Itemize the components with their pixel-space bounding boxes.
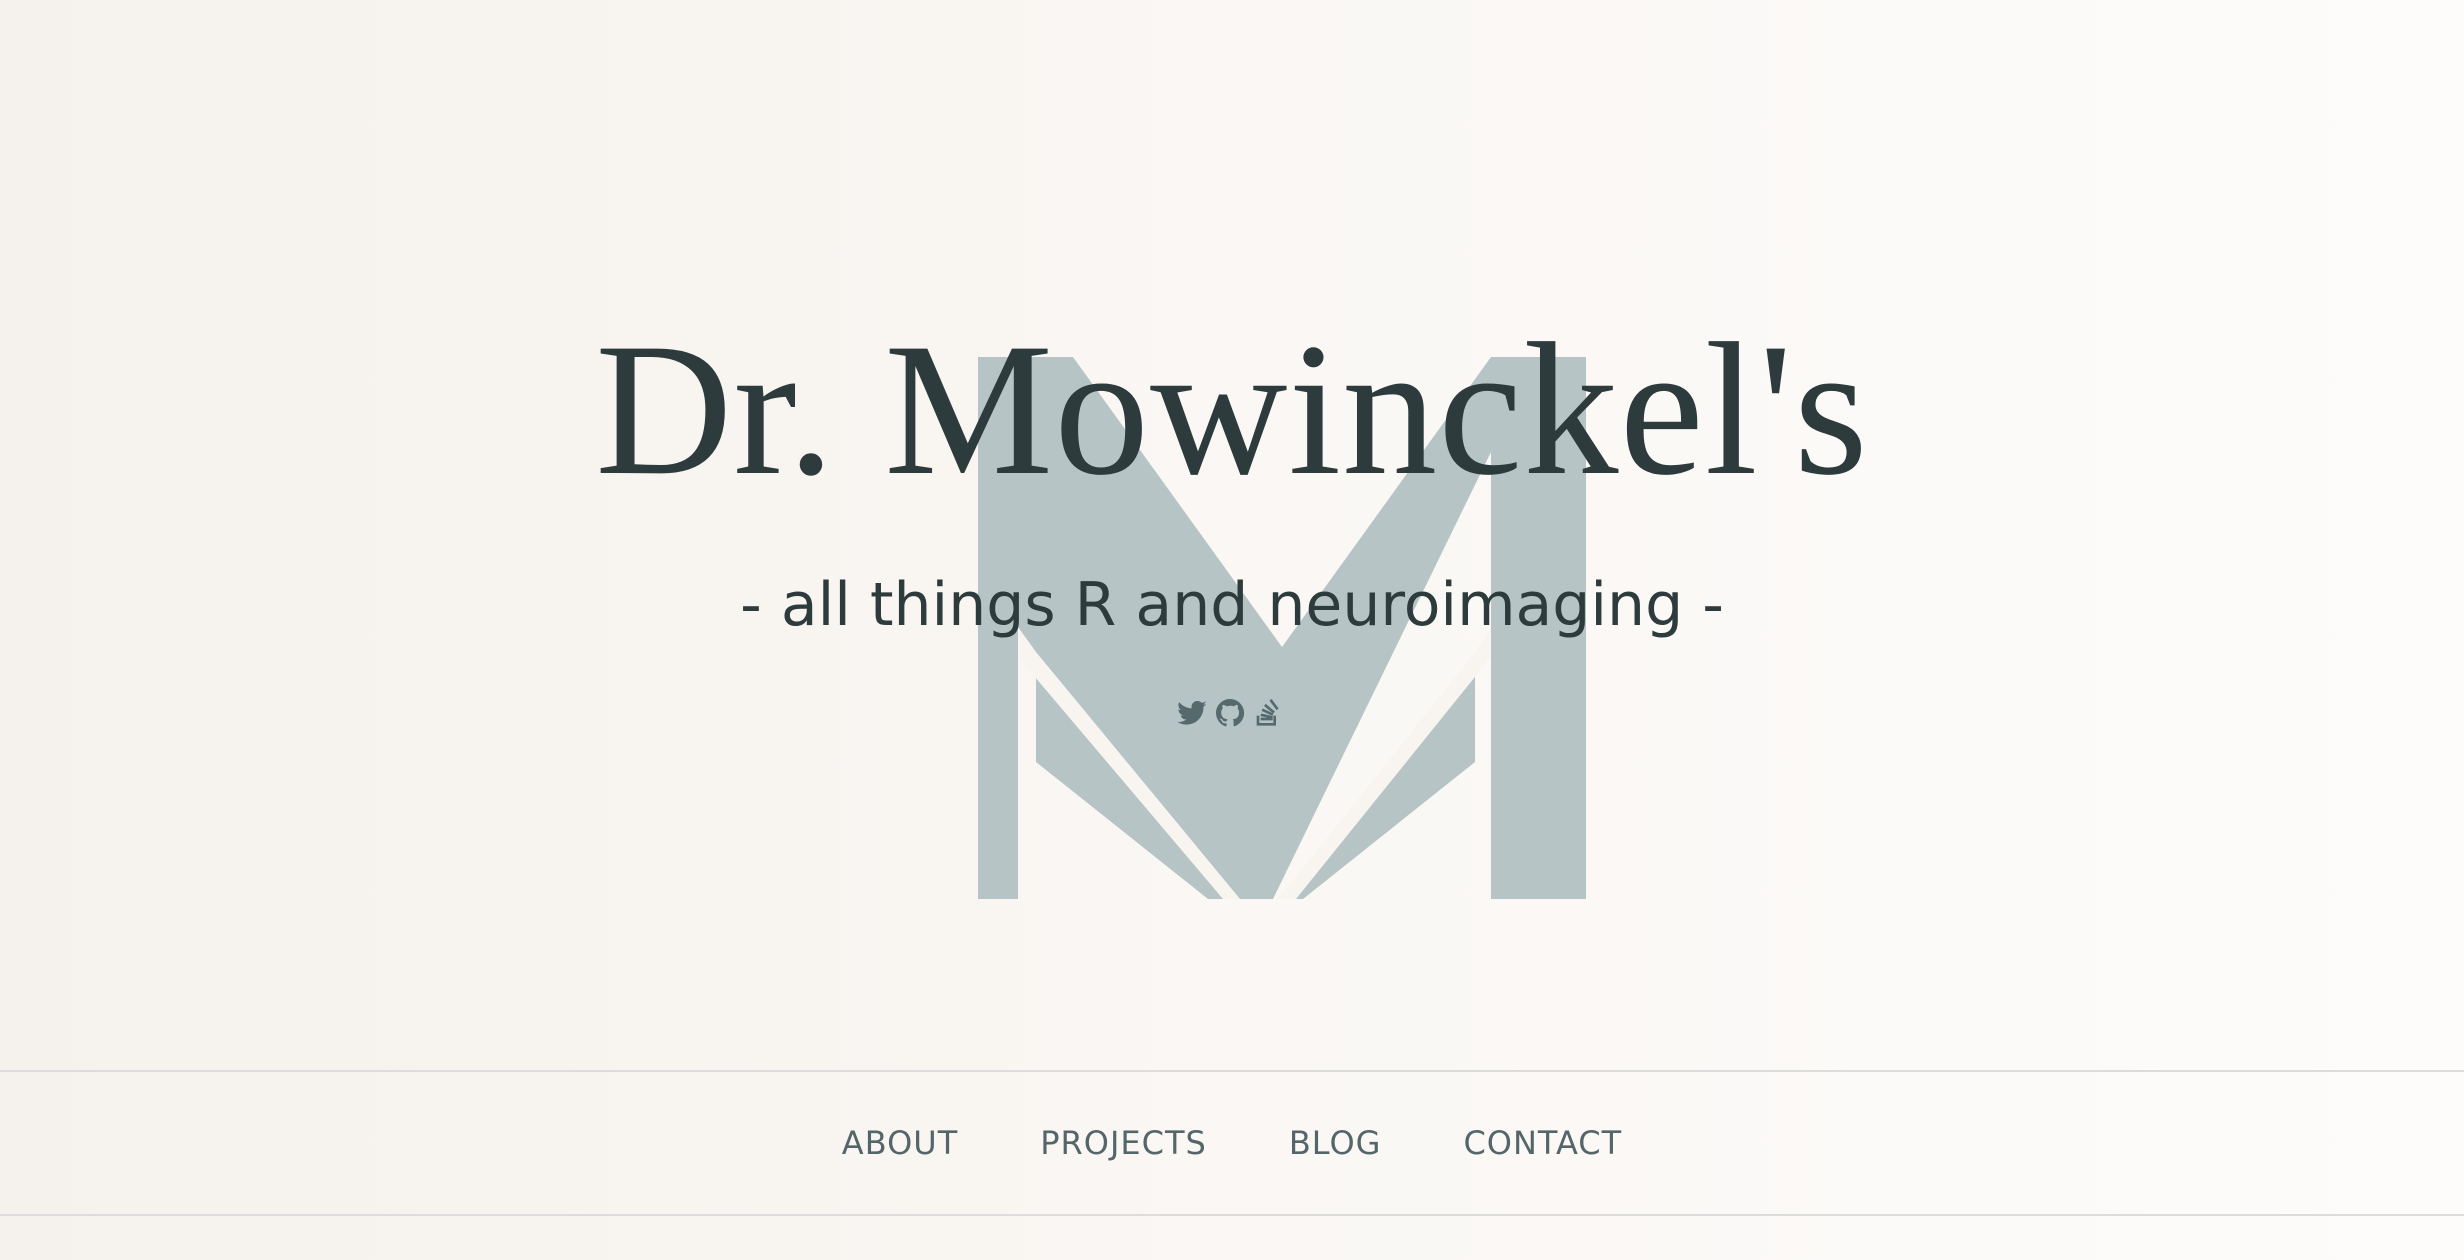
nav-item-blog[interactable]: BLOG	[1248, 1124, 1423, 1162]
nav-item-about[interactable]: ABOUT	[801, 1124, 999, 1162]
hero-section: Dr. Mowinckel's - all things R and neuro…	[0, 0, 2464, 1070]
github-icon[interactable]	[1214, 697, 1246, 729]
nav-item-projects[interactable]: PROJECTS	[999, 1124, 1248, 1162]
social-links	[1176, 697, 1284, 733]
site-title: Dr. Mowinckel's	[595, 305, 1869, 515]
nav-item-contact[interactable]: CONTACT	[1422, 1124, 1663, 1162]
main-navigation: ABOUT PROJECTS BLOG CONTACT	[0, 1070, 2464, 1216]
stackoverflow-icon[interactable]	[1252, 697, 1284, 729]
twitter-icon[interactable]	[1176, 697, 1208, 729]
site-tagline: - all things R and neuroimaging -	[740, 570, 1724, 640]
